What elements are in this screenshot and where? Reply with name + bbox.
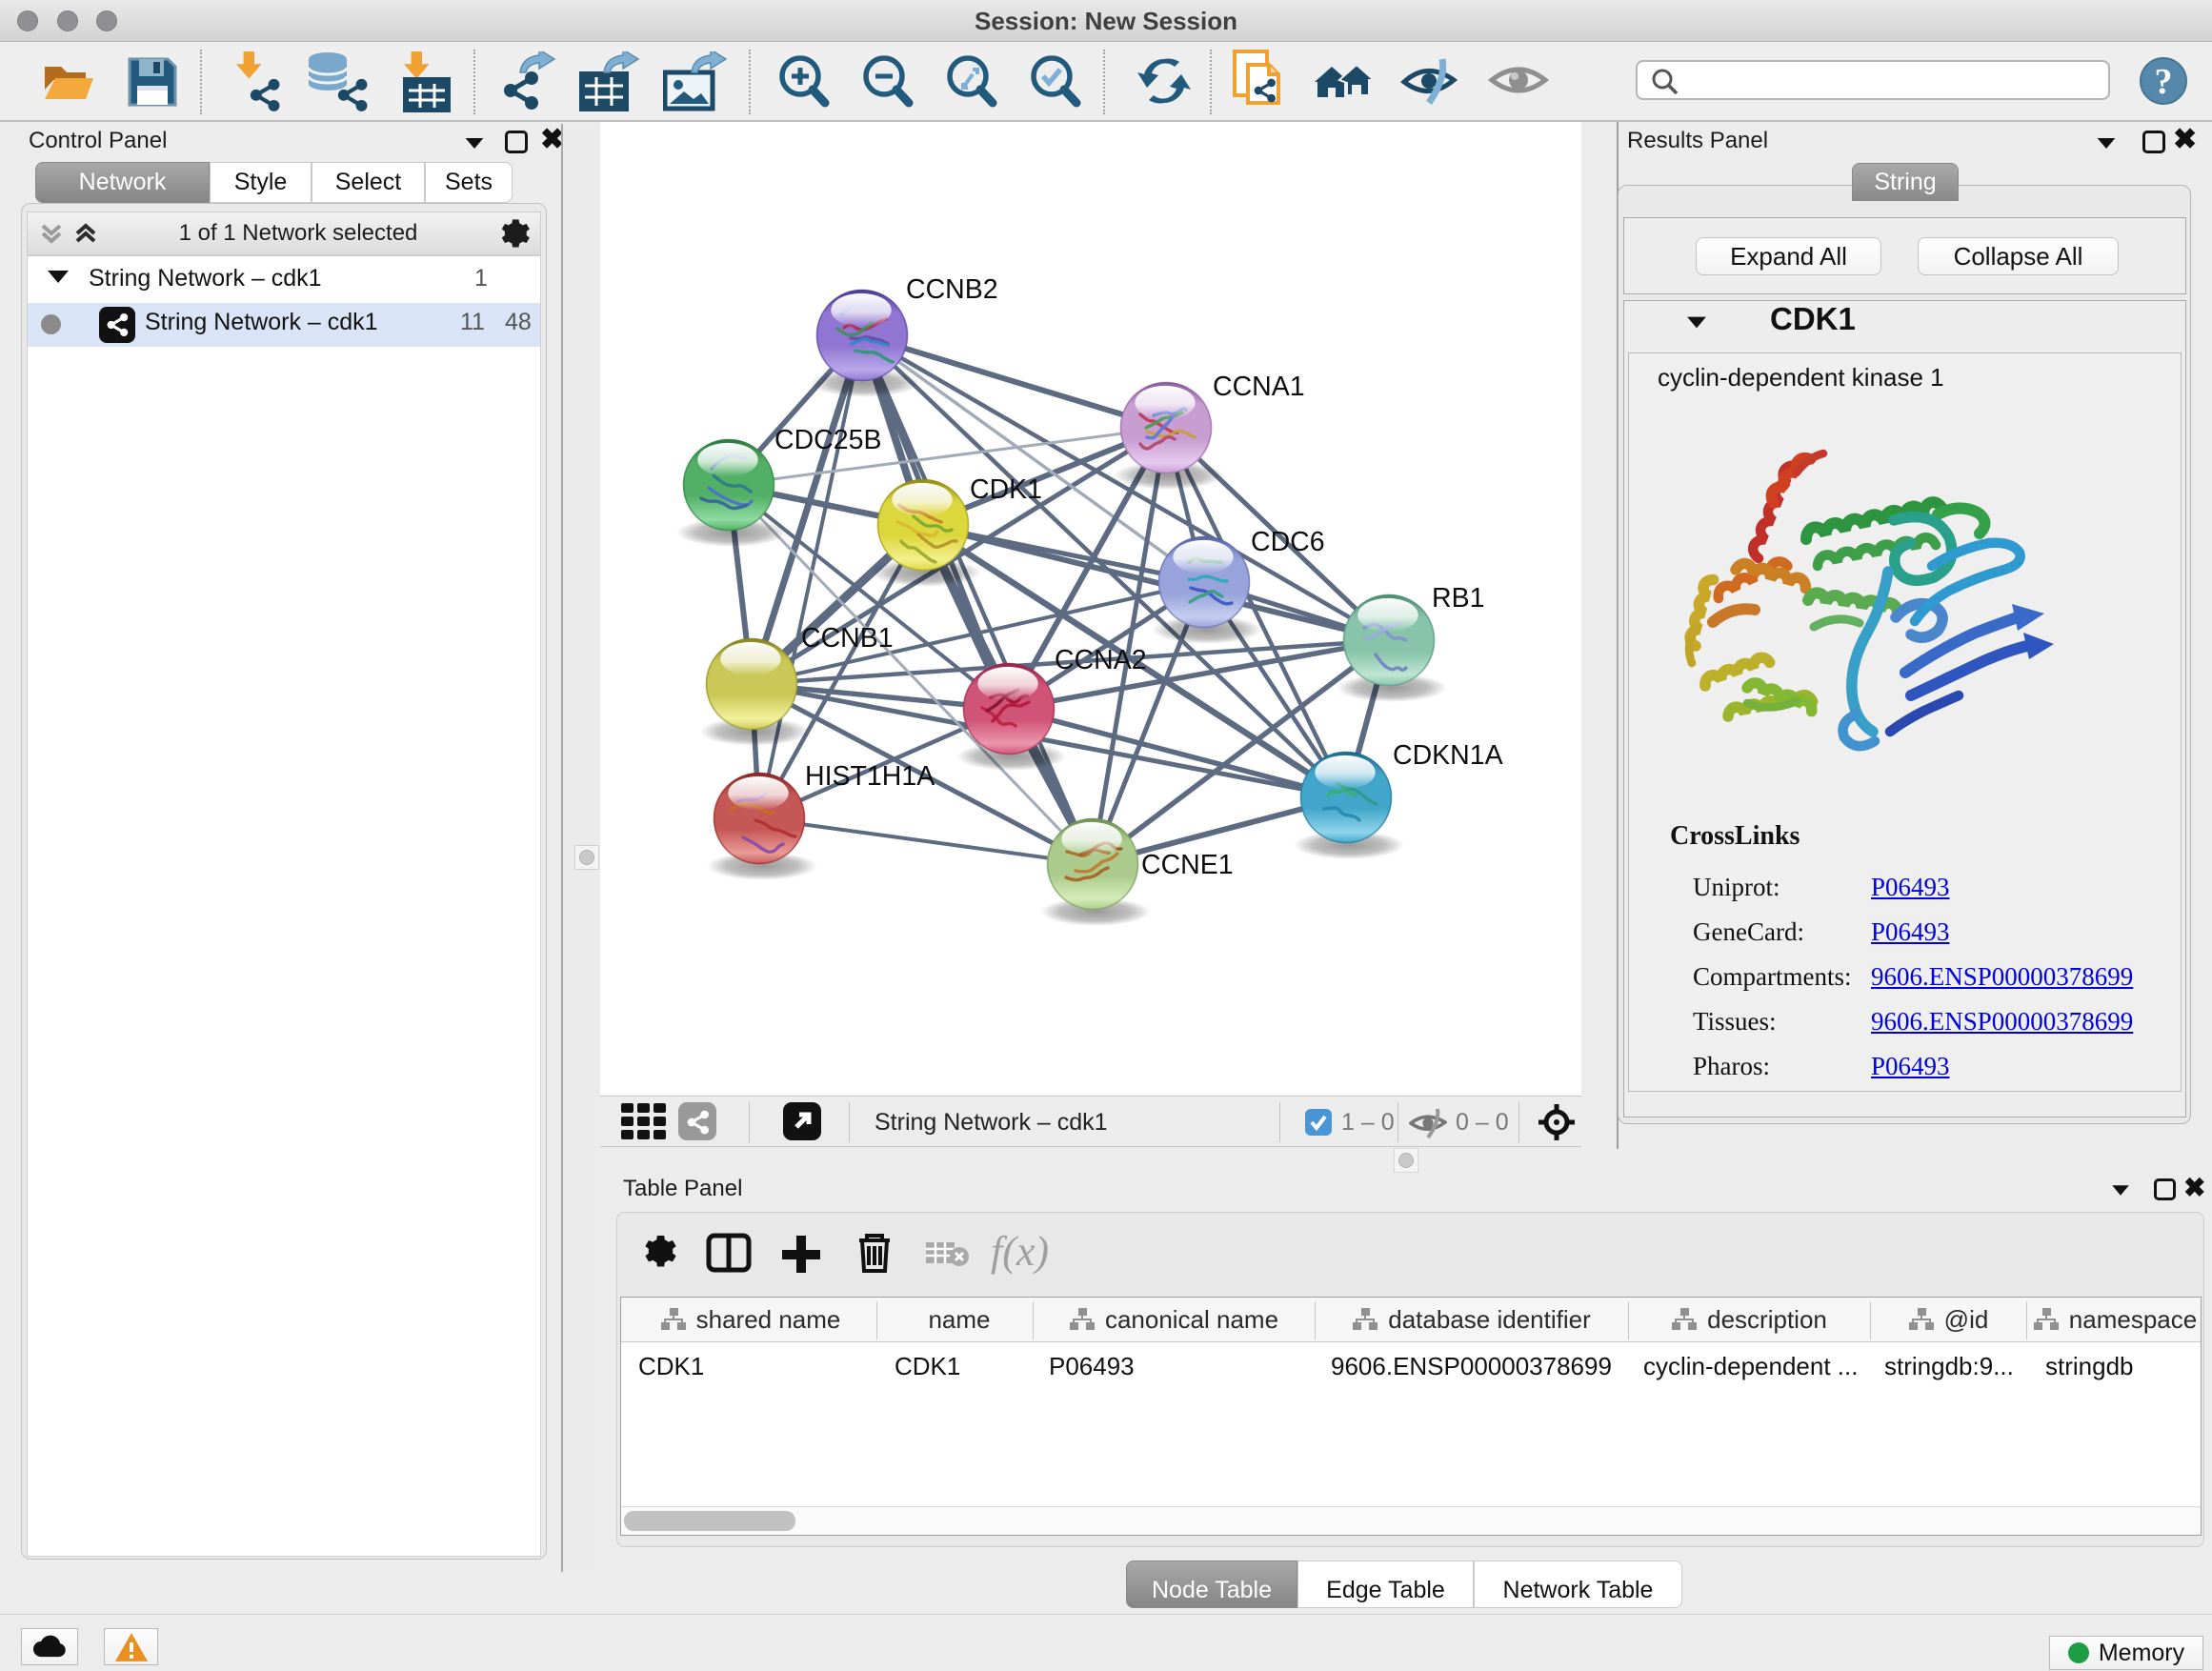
svg-text:CDK1: CDK1 <box>970 474 1042 505</box>
svg-text:HIST1H1A: HIST1H1A <box>805 761 935 792</box>
svg-text:RB1: RB1 <box>1432 583 1484 614</box>
svg-text:CDKN1A: CDKN1A <box>1393 740 1503 771</box>
svg-text:CCNB1: CCNB1 <box>801 623 894 654</box>
svg-text:CCNB2: CCNB2 <box>906 274 998 305</box>
svg-text:CCNA2: CCNA2 <box>1055 645 1147 675</box>
svg-text:CDC6: CDC6 <box>1251 527 1325 557</box>
svg-text:CDC25B: CDC25B <box>774 425 881 455</box>
svg-text:CCNE1: CCNE1 <box>1141 850 1234 880</box>
svg-text:CCNA1: CCNA1 <box>1213 372 1305 402</box>
